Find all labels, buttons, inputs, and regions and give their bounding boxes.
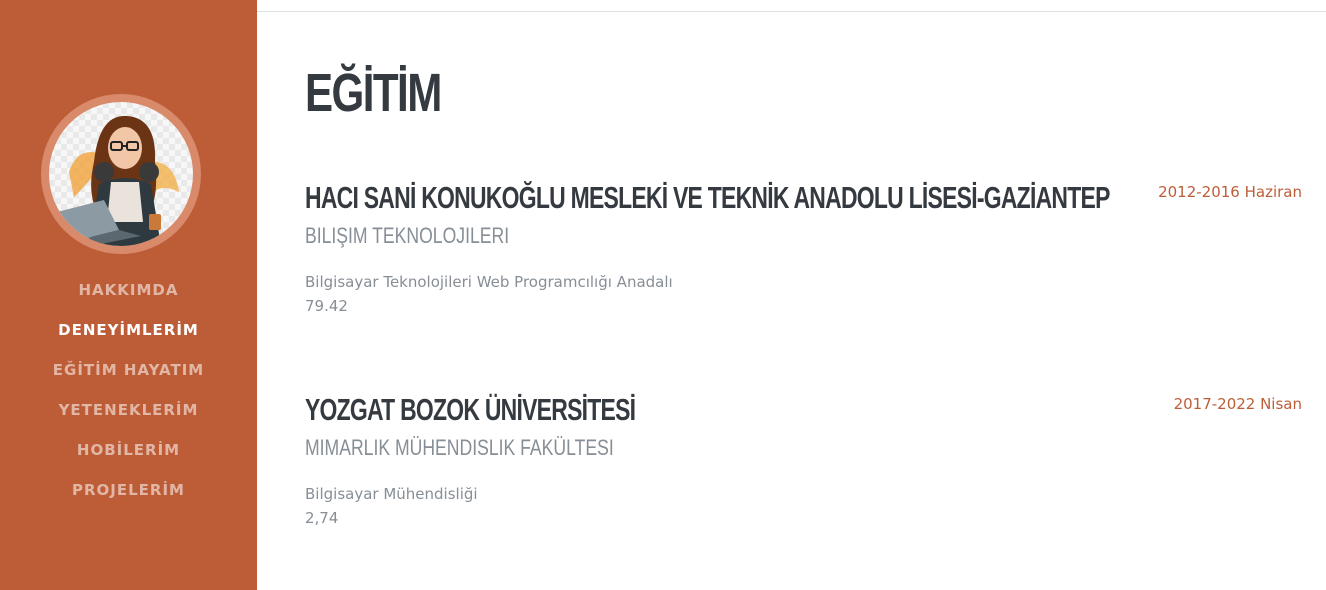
education-date: 2012-2016 Haziran [1158,183,1302,201]
page-title: EĞİTİM [305,63,442,123]
avatar-image [49,102,193,246]
program-name: Bilgisayar Mühendisliği [305,485,478,503]
nav-item-deneyimlerim[interactable]: DENEYİMLERİM [0,310,257,350]
program-name: Bilgisayar Teknolojileri Web Programcılı… [305,273,673,291]
nav-item-yeteneklerim[interactable]: YETENEKLERİM [0,390,257,430]
school-name: YOZGAT BOZOK ÜNİVERSİTESİ [305,392,636,427]
nav-item-hakkimda[interactable]: HAKKIMDA [0,270,257,310]
education-date: 2017-2022 Nisan [1173,395,1302,413]
education-entry: YOZGAT BOZOK ÜNİVERSİTESİ 2017-2022 Nisa… [305,392,1305,527]
nav-item-hobilerim[interactable]: HOBİLERİM [0,430,257,470]
grade-score: 2,74 [305,509,339,527]
grade-score: 79.42 [305,297,348,315]
nav-item-projelerim[interactable]: PROJELERİM [0,470,257,510]
education-entry: HACI SANİ KONUKOĞLU MESLEKİ VE TEKNİK AN… [305,180,1305,315]
nav-item-egitim-hayatim[interactable]: EĞİTİM HAYATIM [0,350,257,390]
department-name: MIMARLIK MÜHENDISLIK FAKÜLTESI [305,435,614,460]
department-name: BILIŞIM TEKNOLOJILERI [305,223,510,248]
sidebar: HAKKIMDA DENEYİMLERİM EĞİTİM HAYATIM YET… [0,0,257,590]
sidebar-nav: HAKKIMDA DENEYİMLERİM EĞİTİM HAYATIM YET… [0,270,257,510]
profile-avatar[interactable] [41,94,201,254]
school-name: HACI SANİ KONUKOĞLU MESLEKİ VE TEKNİK AN… [305,180,1110,215]
section-divider [257,11,1326,12]
